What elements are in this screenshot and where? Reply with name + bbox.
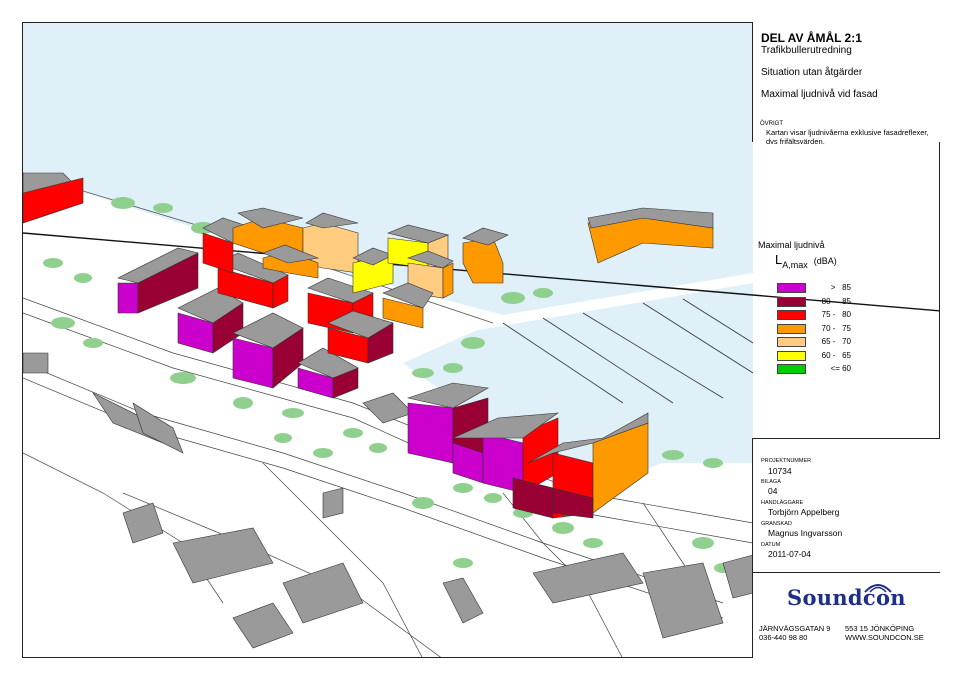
address-web: WWW.SOUNDCON.SE bbox=[845, 633, 924, 642]
address-left: JÄRNVÄGSGATAN 9 036-440 98 80 bbox=[759, 624, 830, 642]
project-title: DEL AV ÅMÅL 2:1 bbox=[761, 31, 862, 45]
legend-swatch bbox=[777, 364, 806, 374]
legend-label: 65 - 70 bbox=[821, 337, 851, 346]
legend-swatch bbox=[777, 283, 806, 293]
project-info-block: PROJEKTNUMMER 10734 BILAGA 04 HANDLÄGGAR… bbox=[752, 438, 940, 572]
legend-swatch bbox=[777, 296, 806, 307]
legend-unit-dba: (dBA) bbox=[813, 256, 837, 266]
project-subtitle: Trafikbullerutredning bbox=[761, 45, 852, 56]
logo-arc-icon bbox=[864, 584, 892, 593]
granskad-label: GRANSKAD bbox=[761, 521, 792, 527]
legend-unit-sub: A,max bbox=[782, 260, 808, 270]
legend-swatch bbox=[777, 323, 806, 334]
legend-item: 60 - 65 bbox=[777, 350, 937, 362]
legend-label: <= 60 bbox=[830, 364, 851, 373]
address-phone: 036-440 98 80 bbox=[759, 633, 808, 642]
ovrigt-text: Kartan visar ljudnivåerna exklusive fasa… bbox=[766, 128, 936, 146]
datum-label: DATUM bbox=[761, 542, 781, 548]
handlaggare-label: HANDLÄGGARE bbox=[761, 500, 804, 506]
address-street: JÄRNVÄGSGATAN 9 bbox=[759, 624, 831, 633]
ovrigt-line-1: Kartan visar ljudnivåerna exklusive fasa… bbox=[766, 128, 929, 137]
legend-label: 70 - 75 bbox=[821, 323, 851, 333]
legend-label: 60 - 65 bbox=[821, 350, 851, 360]
legend-swatch bbox=[777, 310, 806, 320]
address-right: 553 15 JÖNKÖPING WWW.SOUNDCON.SE bbox=[845, 624, 924, 642]
bilaga-value: 04 bbox=[768, 486, 778, 496]
legend-item: > 85 bbox=[777, 283, 937, 294]
ovrigt-line-2: dvs frifältsvärden. bbox=[766, 137, 825, 146]
legend-swatch bbox=[777, 337, 806, 347]
legend-label: 80 - 85 bbox=[821, 296, 851, 306]
legend-item: 75 - 80 bbox=[777, 310, 937, 321]
granskad-value: Magnus Ingvarsson bbox=[768, 528, 843, 538]
legend-item: <= 60 bbox=[777, 364, 937, 375]
situation-label: Situation utan åtgärder bbox=[761, 67, 863, 78]
legend-unit: LA,max (dBA) bbox=[775, 251, 837, 270]
ovrigt-label: ÖVRIGT bbox=[760, 121, 784, 127]
legend-label: 75 - 80 bbox=[821, 310, 851, 319]
handlaggare-value: Torbjörn Appelberg bbox=[768, 507, 840, 517]
projektnummer-label: PROJEKTNUMMER bbox=[761, 458, 812, 464]
legend-item: 70 - 75 bbox=[777, 323, 937, 335]
legend-title: Maximal ljudnivå bbox=[758, 240, 825, 250]
legend-label: > 85 bbox=[830, 283, 851, 292]
address-city: 553 15 JÖNKÖPING bbox=[845, 624, 915, 633]
legend-item: 80 - 85 bbox=[777, 296, 937, 308]
bilaga-label: BILAGA bbox=[761, 479, 781, 485]
measure-label: Maximal ljudnivå vid fasad bbox=[761, 89, 878, 100]
company-block: Soundcon JÄRNVÄGSGATAN 9 036-440 98 80 5… bbox=[752, 572, 940, 658]
legend-item: 65 - 70 bbox=[777, 337, 937, 348]
projektnummer-value: 10734 bbox=[768, 466, 792, 476]
datum-value: 2011-07-04 bbox=[768, 549, 811, 559]
legend-swatch bbox=[777, 350, 806, 361]
